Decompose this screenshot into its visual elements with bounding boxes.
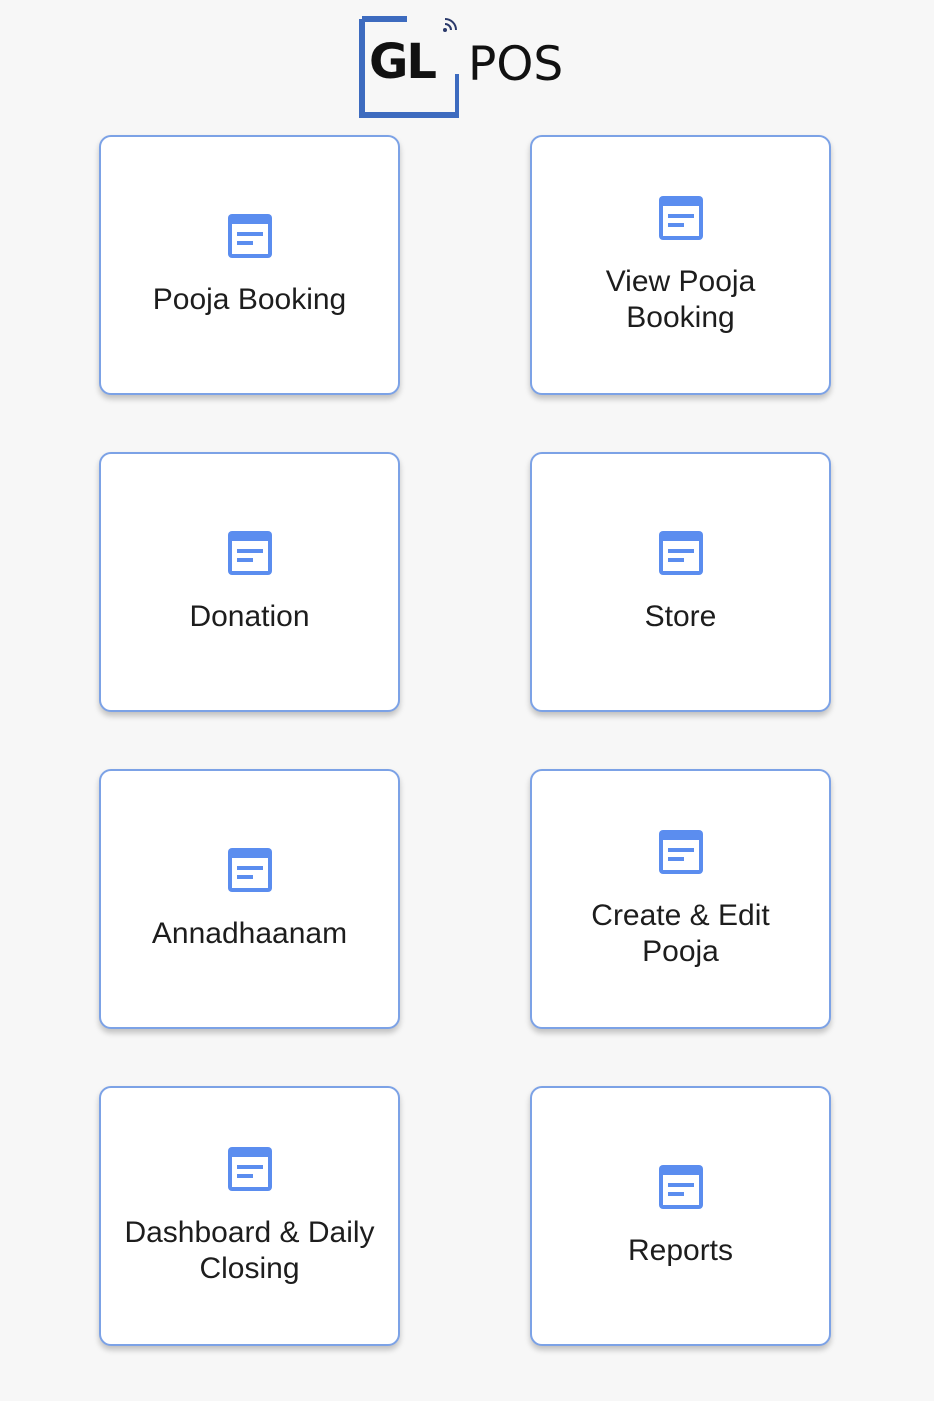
document-icon [658,1165,703,1209]
logo-gl-text: GL [369,34,437,90]
document-icon [227,531,272,575]
tile-donation[interactable]: Donation [99,452,400,712]
tile-label: Dashboard & Daily Closing [124,1216,375,1285]
tile-label: Create & Edit Pooja [591,899,770,968]
document-icon [658,830,703,874]
document-icon [227,214,272,258]
logo-pos-text: POS [468,37,564,92]
tile-label: Annadhaanam [151,917,348,950]
tile-reports[interactable]: Reports [530,1086,831,1346]
document-icon [227,1147,272,1191]
tile-view-pooja-booking[interactable]: View Pooja Booking [530,135,831,395]
document-icon [658,531,703,575]
tile-label: Reports [627,1234,734,1267]
tile-pooja-booking[interactable]: Pooja Booking [99,135,400,395]
tile-label: Donation [189,600,310,633]
document-icon [658,196,703,240]
document-icon [227,848,272,892]
tile-label: View Pooja Booking [605,265,756,334]
glpos-logo: GL POS [355,12,585,122]
tile-label: Store [644,600,717,633]
tile-dashboard-daily-closing[interactable]: Dashboard & Daily Closing [99,1086,400,1346]
tile-label: Pooja Booking [152,283,347,316]
app-header: GL POS [0,0,934,130]
tile-annadhaanam[interactable]: Annadhaanam [99,769,400,1029]
signal-icon [443,18,457,32]
tile-store[interactable]: Store [530,452,831,712]
tile-create-edit-pooja[interactable]: Create & Edit Pooja [530,769,831,1029]
